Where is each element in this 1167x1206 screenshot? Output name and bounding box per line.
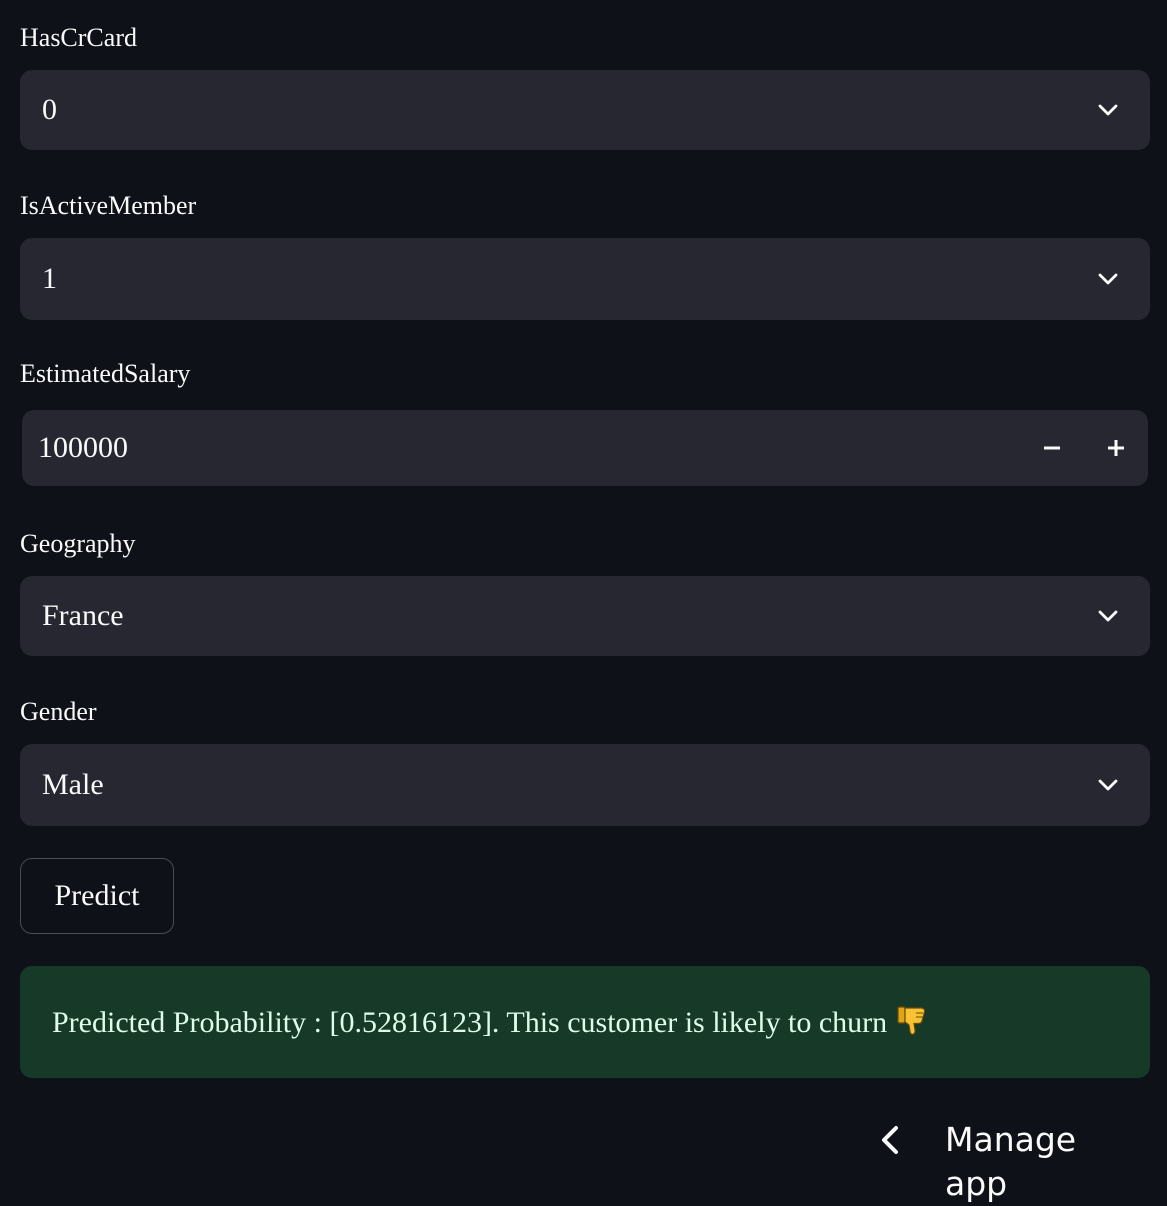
predict-button[interactable]: Predict — [20, 858, 174, 934]
gender-value: Male — [42, 768, 104, 801]
isactivemember-label: IsActiveMember — [20, 191, 197, 220]
hascrcard-label: HasCrCard — [20, 23, 137, 52]
thumbs-down-icon — [897, 1006, 926, 1035]
geography-value: France — [42, 599, 124, 632]
gender-select[interactable]: Male — [20, 744, 1150, 826]
manage-app-button[interactable]: Manage app — [870, 1118, 1140, 1203]
gender-label: Gender — [20, 697, 97, 726]
chevron-down-icon — [1098, 779, 1118, 791]
predict-button-label: Predict — [54, 879, 140, 912]
estimatedsalary-label: EstimatedSalary — [20, 359, 191, 388]
hascrcard-select[interactable]: 0 — [20, 70, 1150, 150]
estimatedsalary-input[interactable]: 100000 — [22, 410, 1148, 486]
prediction-result-text: Predicted Probability : [0.52816123]. Th… — [52, 1004, 929, 1040]
chevron-left-icon — [882, 1126, 898, 1154]
prediction-message: Predicted Probability : [0.52816123]. Th… — [52, 1006, 888, 1039]
chevron-down-icon — [1098, 104, 1118, 116]
chevron-down-icon — [1098, 273, 1118, 285]
minus-icon — [1044, 446, 1060, 450]
increment-button[interactable] — [1084, 410, 1148, 486]
hascrcard-value: 0 — [42, 93, 57, 126]
isactivemember-select[interactable]: 1 — [20, 238, 1150, 320]
geography-label: Geography — [20, 529, 136, 558]
geography-select[interactable]: France — [20, 576, 1150, 656]
plus-icon — [1108, 440, 1124, 456]
estimatedsalary-value: 100000 — [38, 431, 128, 464]
decrement-button[interactable] — [1020, 410, 1084, 486]
prediction-result-alert: Predicted Probability : [0.52816123]. Th… — [20, 966, 1150, 1078]
chevron-down-icon — [1098, 610, 1118, 622]
isactivemember-value: 1 — [42, 262, 57, 295]
